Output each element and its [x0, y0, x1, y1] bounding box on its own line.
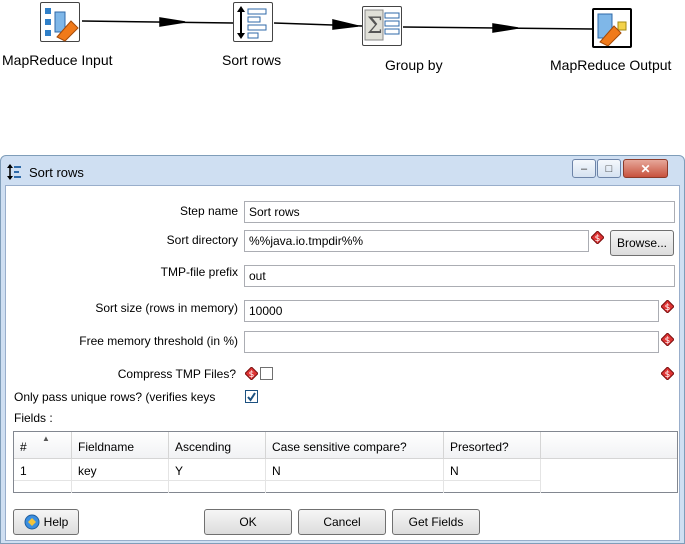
hop-arrow	[492, 23, 519, 33]
mapreduce-input-label: MapReduce Input	[2, 52, 113, 68]
sort-directory-input[interactable]: %%java.io.tmpdir%%	[244, 230, 589, 252]
cancel-button[interactable]: Cancel	[298, 509, 386, 535]
table-header[interactable]: Fieldname	[72, 432, 169, 459]
table-cell[interactable]: key	[72, 459, 169, 481]
minimize-button[interactable]: –	[572, 159, 596, 178]
maximize-button[interactable]: □	[597, 159, 621, 178]
help-icon	[24, 514, 40, 530]
table-header[interactable]: # ▲	[14, 432, 72, 459]
variable-diamond-icon: $	[245, 367, 258, 380]
table-cell[interactable]: Y	[169, 459, 266, 481]
group-by-icon: Σ	[364, 9, 400, 41]
sort-rows-dialog: Sort rows – □ ✕ Step name Sort rows Sort…	[0, 155, 685, 544]
variable-diamond-icon: $	[661, 333, 674, 346]
sort-rows-label: Sort rows	[222, 52, 282, 68]
table-cell[interactable]: N	[266, 459, 444, 481]
sort-directory-label: Sort directory	[166, 233, 238, 247]
table-empty-cell	[169, 481, 266, 493]
svg-text:$: $	[665, 370, 671, 380]
svg-text:$: $	[665, 336, 671, 346]
variable-diamond-icon: $	[661, 300, 674, 313]
sort-rows-step[interactable]	[233, 2, 273, 42]
table-header[interactable]: Ascending	[169, 432, 266, 459]
sort-size-label: Sort size (rows in memory)	[95, 301, 238, 315]
sort-rows-icon	[237, 6, 267, 39]
hop-arrow	[332, 19, 359, 30]
svg-text:$: $	[595, 234, 601, 244]
dialog-titlebar[interactable]: Sort rows – □ ✕	[1, 156, 684, 186]
mapreduce-input-icon	[45, 8, 79, 42]
fields-table: # ▲ Fieldname Ascending Case sensitive c…	[13, 431, 678, 493]
mapreduce-output-label: MapReduce Output	[550, 57, 672, 73]
table-cell[interactable]: 1	[14, 459, 72, 481]
free-memory-label: Free memory threshold (in %)	[79, 334, 238, 348]
unique-rows-label: Only pass unique rows? (verifies keys	[14, 390, 216, 404]
hop-line	[81, 20, 234, 24]
svg-text:$: $	[249, 370, 255, 380]
table-header[interactable]: Presorted?	[444, 432, 541, 459]
mapreduce-output-icon	[597, 13, 627, 47]
checkmark-icon	[247, 392, 256, 402]
hop-arrow	[159, 17, 186, 27]
free-memory-input[interactable]	[244, 331, 659, 353]
tmp-prefix-input[interactable]: out	[244, 265, 675, 287]
table-empty-cell	[266, 481, 444, 493]
get-fields-button[interactable]: Get Fields	[392, 509, 480, 535]
table-empty-cell	[14, 481, 72, 493]
minimize-icon: –	[580, 162, 588, 175]
group-by-label: Group by	[385, 57, 443, 73]
table-empty-cell	[444, 481, 541, 493]
mapreduce-input-step[interactable]	[40, 2, 80, 42]
table-header[interactable]: Case sensitive compare?	[266, 432, 444, 459]
close-button[interactable]: ✕	[623, 159, 668, 178]
browse-button[interactable]: Browse...	[610, 230, 674, 256]
dialog-title: Sort rows	[29, 165, 84, 180]
table-cell[interactable]: N	[444, 459, 541, 481]
group-by-step[interactable]: Σ	[362, 6, 402, 46]
help-button[interactable]: Help	[13, 509, 79, 535]
sort-rows-title-icon	[7, 164, 21, 180]
table-header-filler	[541, 432, 677, 459]
svg-text:Σ: Σ	[367, 14, 383, 39]
maximize-icon: □	[605, 162, 613, 175]
compress-label: Compress TMP Files?	[117, 367, 236, 381]
step-name-input[interactable]: Sort rows	[244, 201, 675, 223]
svg-text:$: $	[665, 303, 671, 313]
variable-diamond-icon: $	[591, 231, 604, 244]
sort-ascending-icon: ▲	[42, 434, 50, 443]
hop-connectors	[81, 17, 593, 33]
dialog-body: Step name Sort rows Sort directory %%jav…	[5, 185, 680, 541]
mapreduce-output-step[interactable]	[592, 8, 632, 48]
tmp-prefix-label: TMP-file prefix	[160, 265, 238, 279]
table-empty-cell	[72, 481, 169, 493]
close-icon: ✕	[640, 161, 651, 176]
unique-rows-checkbox[interactable]	[245, 390, 258, 403]
sort-size-input[interactable]: 10000	[244, 300, 659, 322]
variable-diamond-icon: $	[661, 367, 674, 380]
compress-checkbox[interactable]	[260, 367, 273, 380]
workflow-canvas: MapReduce Input Sort rows Σ Group by Map…	[0, 0, 685, 150]
fields-label: Fields :	[14, 411, 53, 425]
ok-button[interactable]: OK	[204, 509, 292, 535]
step-name-label: Step name	[179, 204, 238, 218]
